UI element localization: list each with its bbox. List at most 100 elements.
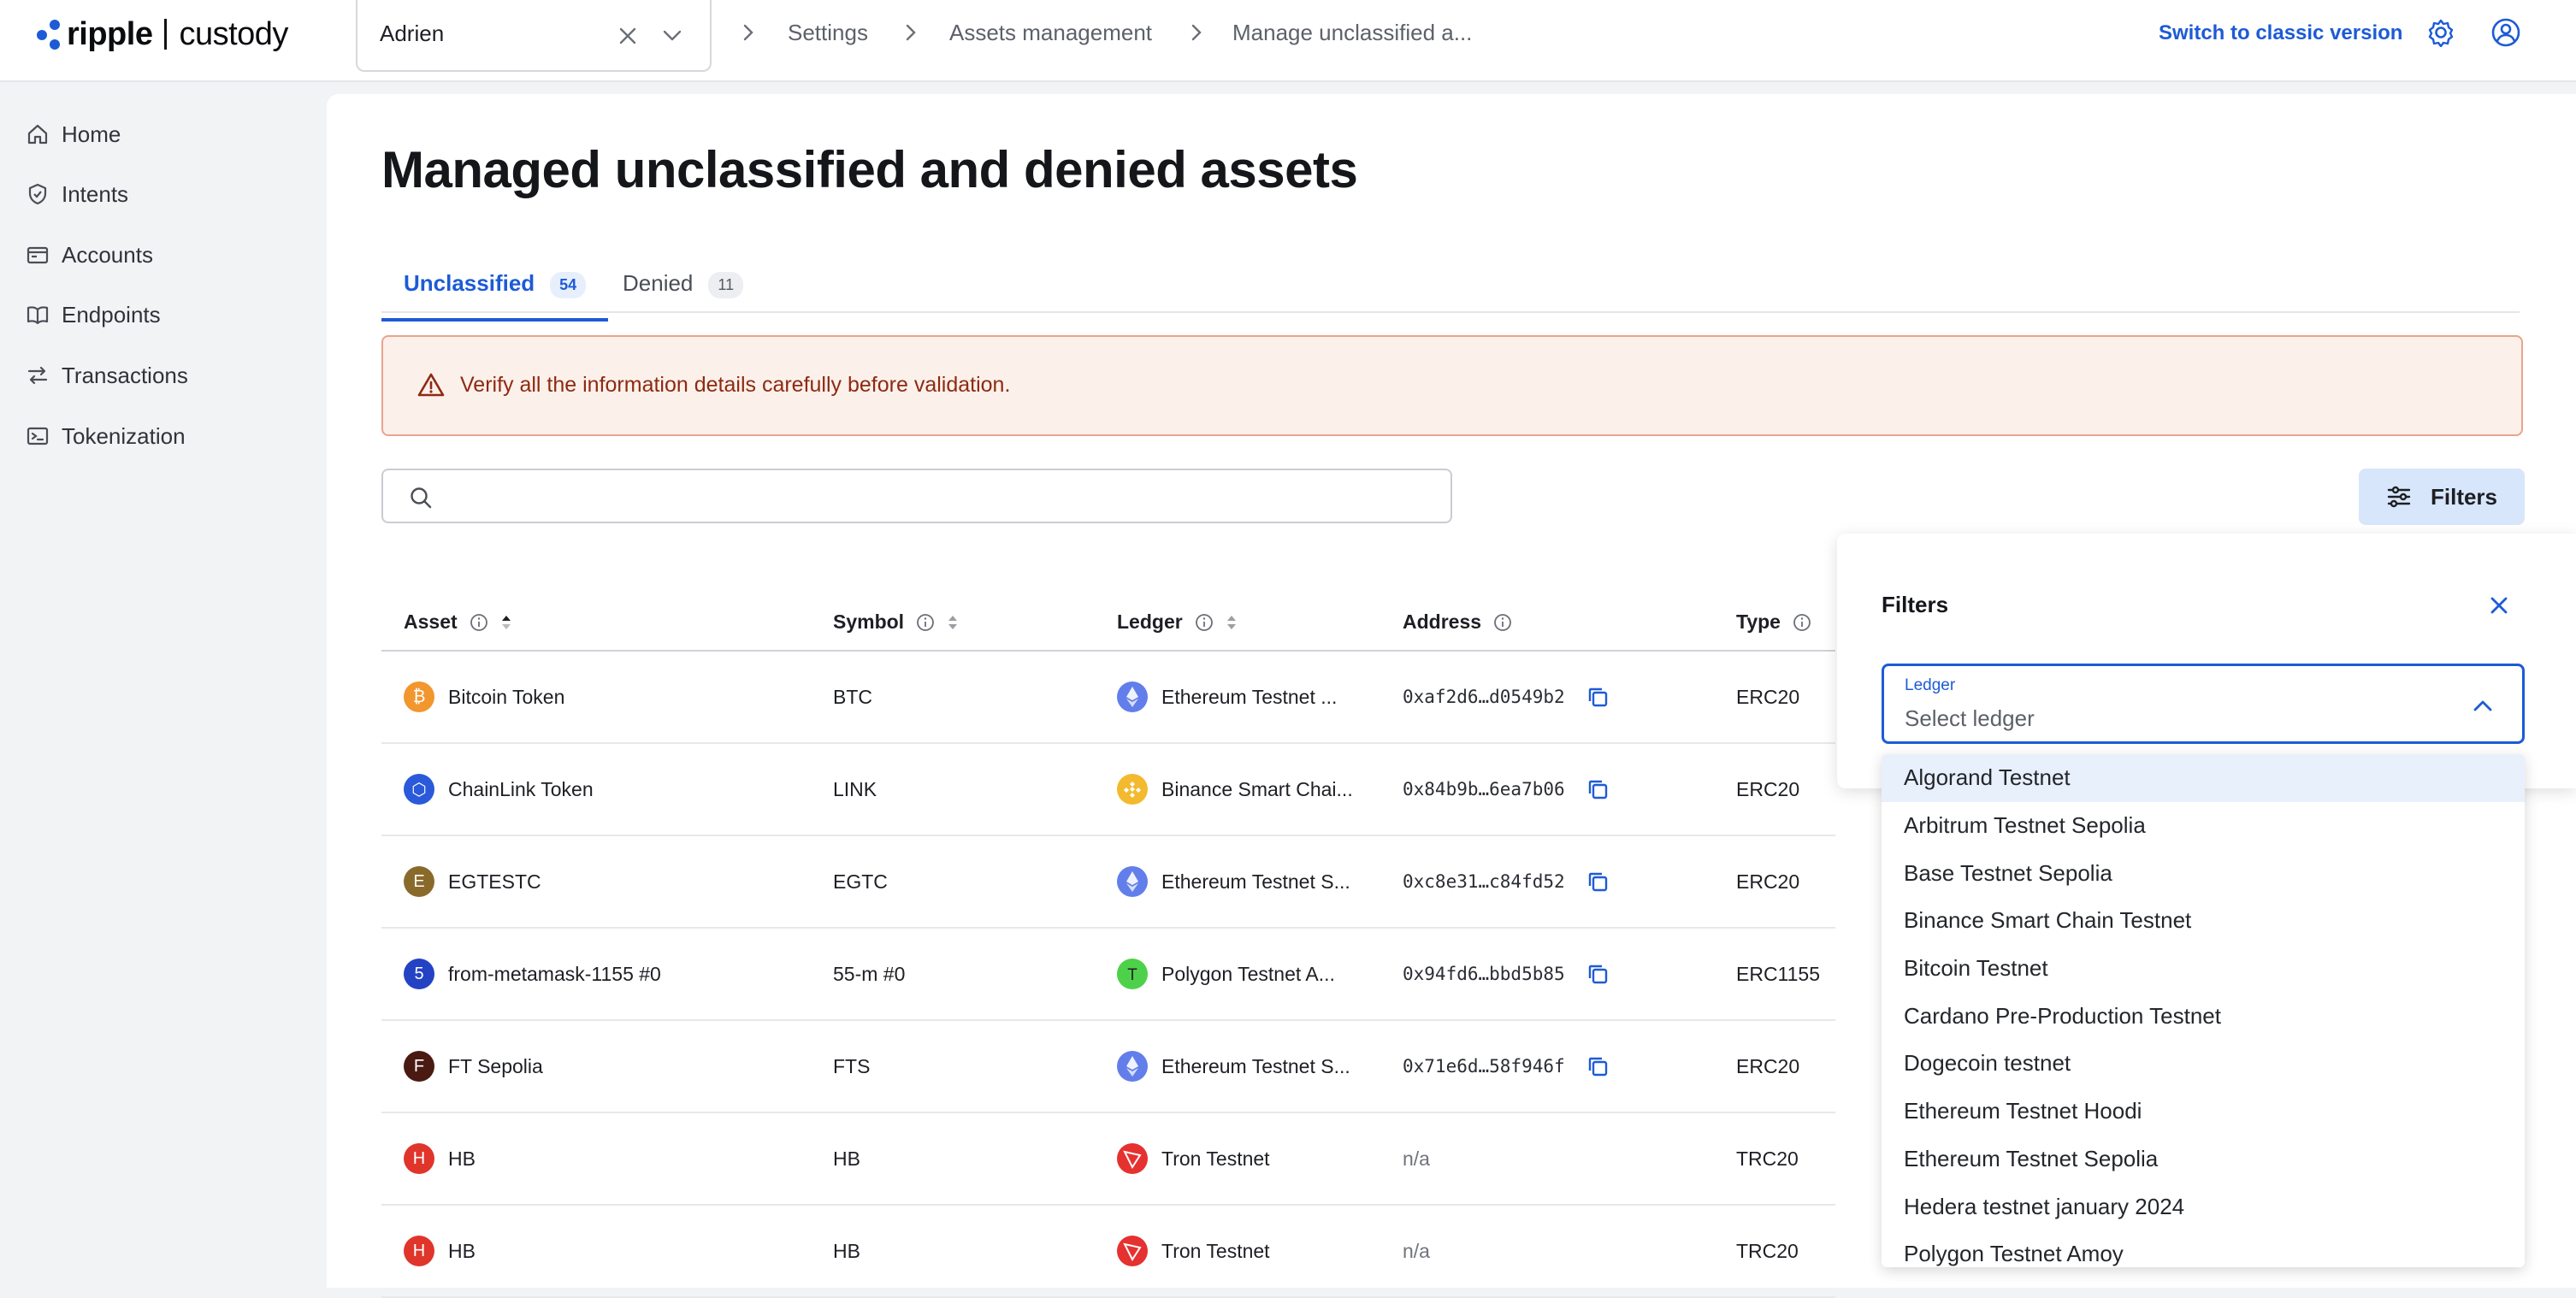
sidebar-item-home[interactable]: Home xyxy=(26,117,121,151)
asset-avatar-icon: H xyxy=(404,1236,434,1266)
copy-icon[interactable] xyxy=(1586,962,1610,986)
ledger-option[interactable]: Ethereum Testnet Hoodi xyxy=(1882,1088,2525,1136)
info-icon[interactable] xyxy=(1195,613,1214,632)
ledger-name: Binance Smart Chai... xyxy=(1161,777,1353,800)
tab-unclassified[interactable]: Unclassified 54 xyxy=(381,270,609,322)
table-row[interactable]: ₿ Bitcoin Token BTC Ethereum Testnet ... 0xa… xyxy=(381,652,1835,744)
breadcrumb-settings[interactable]: Settings xyxy=(788,20,868,46)
chevron-up-icon[interactable] xyxy=(2469,692,2496,719)
ledger-option[interactable]: Hedera testnet january 2024 xyxy=(1882,1183,2525,1230)
sidebar-item-endpoints[interactable]: Endpoints xyxy=(26,298,161,332)
clear-icon[interactable] xyxy=(614,22,641,50)
asset-avatar-icon: ⬡ xyxy=(404,774,434,805)
asset-address: n/a xyxy=(1403,1239,1430,1262)
tab-denied[interactable]: Denied 11 xyxy=(623,270,744,311)
column-header-ledger[interactable]: Ledger xyxy=(1117,611,1238,634)
asset-symbol: EGTC xyxy=(833,870,888,893)
table-row[interactable]: 5 from-metamask-1155 #0 55-m #0 T Polygon Te… xyxy=(381,929,1835,1021)
ledger-option[interactable]: Arbitrum Testnet Sepolia xyxy=(1882,802,2525,850)
terminal-icon xyxy=(27,427,49,445)
ledger-select-label: Ledger xyxy=(1905,676,1956,694)
type-cell: ERC20 xyxy=(1736,744,1799,835)
ledger-option[interactable]: Polygon Testnet Amoy xyxy=(1882,1230,2525,1267)
info-icon[interactable] xyxy=(470,613,488,632)
asset-symbol: 55-m #0 xyxy=(833,962,906,985)
ledger-select-placeholder: Select ledger xyxy=(1905,705,2035,731)
type-cell: TRC20 xyxy=(1736,1113,1799,1204)
ledger-cell: Ethereum Testnet S... xyxy=(1117,836,1350,927)
settings-gear-icon[interactable] xyxy=(2424,15,2458,50)
asset-type: ERC20 xyxy=(1736,685,1800,708)
asset-cell: H HB xyxy=(404,1206,476,1296)
user-account-icon[interactable] xyxy=(2489,15,2523,50)
organization-select-value: Adrien xyxy=(380,21,445,46)
ethereum-ledger-icon xyxy=(1117,866,1148,897)
ledger-option[interactable]: Cardano Pre-Production Testnet xyxy=(1882,992,2525,1040)
asset-avatar-icon: ₿ xyxy=(404,681,434,712)
asset-cell: F FT Sepolia xyxy=(404,1021,543,1112)
ledger-select[interactable]: Ledger Select ledger xyxy=(1882,664,2525,744)
ledger-cell: Ethereum Testnet ... xyxy=(1117,652,1337,742)
sort-icon[interactable] xyxy=(947,613,959,632)
address-cell: n/a xyxy=(1403,1113,1430,1204)
transfer-icon xyxy=(27,366,48,385)
tab-count-badge: 11 xyxy=(708,272,744,298)
ledger-option[interactable]: Bitcoin Testnet xyxy=(1882,945,2525,993)
info-icon[interactable] xyxy=(1793,613,1811,632)
asset-name: from-metamask-1155 #0 xyxy=(448,962,661,985)
home-icon xyxy=(27,124,48,145)
sidebar-item-tokenization[interactable]: Tokenization xyxy=(26,419,186,453)
app-logo[interactable]: ripple custody xyxy=(34,14,288,55)
asset-cell: ₿ Bitcoin Token xyxy=(404,652,564,742)
copy-icon[interactable] xyxy=(1586,685,1610,709)
breadcrumb-assets-management[interactable]: Assets management xyxy=(949,20,1152,46)
filters-button[interactable]: Filters xyxy=(2359,469,2525,525)
symbol-cell: 55-m #0 xyxy=(833,929,905,1019)
ledger-cell: T Polygon Testnet A... xyxy=(1117,929,1335,1019)
table-row[interactable]: E EGTESTC EGTC Ethereum Testnet S... 0xc8e31… xyxy=(381,836,1835,929)
ledger-name: Tron Testnet xyxy=(1161,1239,1270,1262)
chevron-down-icon[interactable] xyxy=(659,22,686,50)
sidebar-item-intents[interactable]: Intents xyxy=(26,177,128,211)
sidebar-item-label: Home xyxy=(62,121,121,147)
table-row[interactable]: ⬡ ChainLink Token LINK Binance Smart Chai..… xyxy=(381,744,1835,836)
asset-avatar-icon: H xyxy=(404,1143,434,1174)
ledger-option[interactable]: Base Testnet Sepolia xyxy=(1882,849,2525,897)
column-header-symbol[interactable]: Symbol xyxy=(833,611,959,634)
ledger-option[interactable]: Binance Smart Chain Testnet xyxy=(1882,897,2525,945)
type-cell: ERC20 xyxy=(1736,652,1799,742)
sidebar-item-label: Accounts xyxy=(62,241,153,268)
table-row[interactable]: H HB HB Tron Testnet n/a TRC20 xyxy=(381,1206,1835,1298)
ledger-cell: Tron Testnet xyxy=(1117,1113,1270,1204)
asset-avatar-icon: E xyxy=(404,866,434,897)
table-row[interactable]: H HB HB Tron Testnet n/a TRC20 xyxy=(381,1113,1835,1206)
ledger-cell: Binance Smart Chai... xyxy=(1117,744,1353,835)
table-row[interactable]: F FT Sepolia FTS Ethereum Testnet S... 0x71e… xyxy=(381,1021,1835,1113)
info-icon[interactable] xyxy=(916,613,935,632)
asset-type: ERC1155 xyxy=(1736,962,1821,985)
close-icon[interactable] xyxy=(2484,590,2514,621)
info-icon[interactable] xyxy=(1493,613,1512,632)
column-header-type: Type xyxy=(1736,611,1811,634)
ledger-option[interactable]: Dogecoin testnet xyxy=(1882,1040,2525,1088)
sidebar-item-transactions[interactable]: Transactions xyxy=(26,358,188,392)
organization-select[interactable]: Adrien xyxy=(356,0,712,72)
ledger-option[interactable]: Algorand Testnet xyxy=(1882,754,2525,802)
address-cell: 0xaf2d6…d0549b2 xyxy=(1403,652,1610,742)
sidebar-item-accounts[interactable]: Accounts xyxy=(26,238,153,272)
asset-cell: E EGTESTC xyxy=(404,836,541,927)
search-input[interactable] xyxy=(381,469,1452,523)
asset-name: Bitcoin Token xyxy=(448,685,565,708)
copy-icon[interactable] xyxy=(1586,870,1610,894)
ledger-option[interactable]: Ethereum Testnet Sepolia xyxy=(1882,1136,2525,1183)
switch-classic-link[interactable]: Switch to classic version xyxy=(2159,21,2402,45)
column-header-asset[interactable]: Asset xyxy=(404,611,512,634)
product-name: custody xyxy=(179,15,288,52)
asset-address: 0x94fd6…bbd5b85 xyxy=(1403,964,1565,984)
address-cell: 0xc8e31…c84fd52 xyxy=(1403,836,1610,927)
sort-icon[interactable] xyxy=(1226,613,1238,632)
copy-icon[interactable] xyxy=(1586,777,1610,801)
sort-ascending-icon[interactable] xyxy=(500,613,512,632)
sidebar: Home Intents Accounts Endpoints Transact… xyxy=(0,82,325,1288)
copy-icon[interactable] xyxy=(1586,1054,1610,1078)
